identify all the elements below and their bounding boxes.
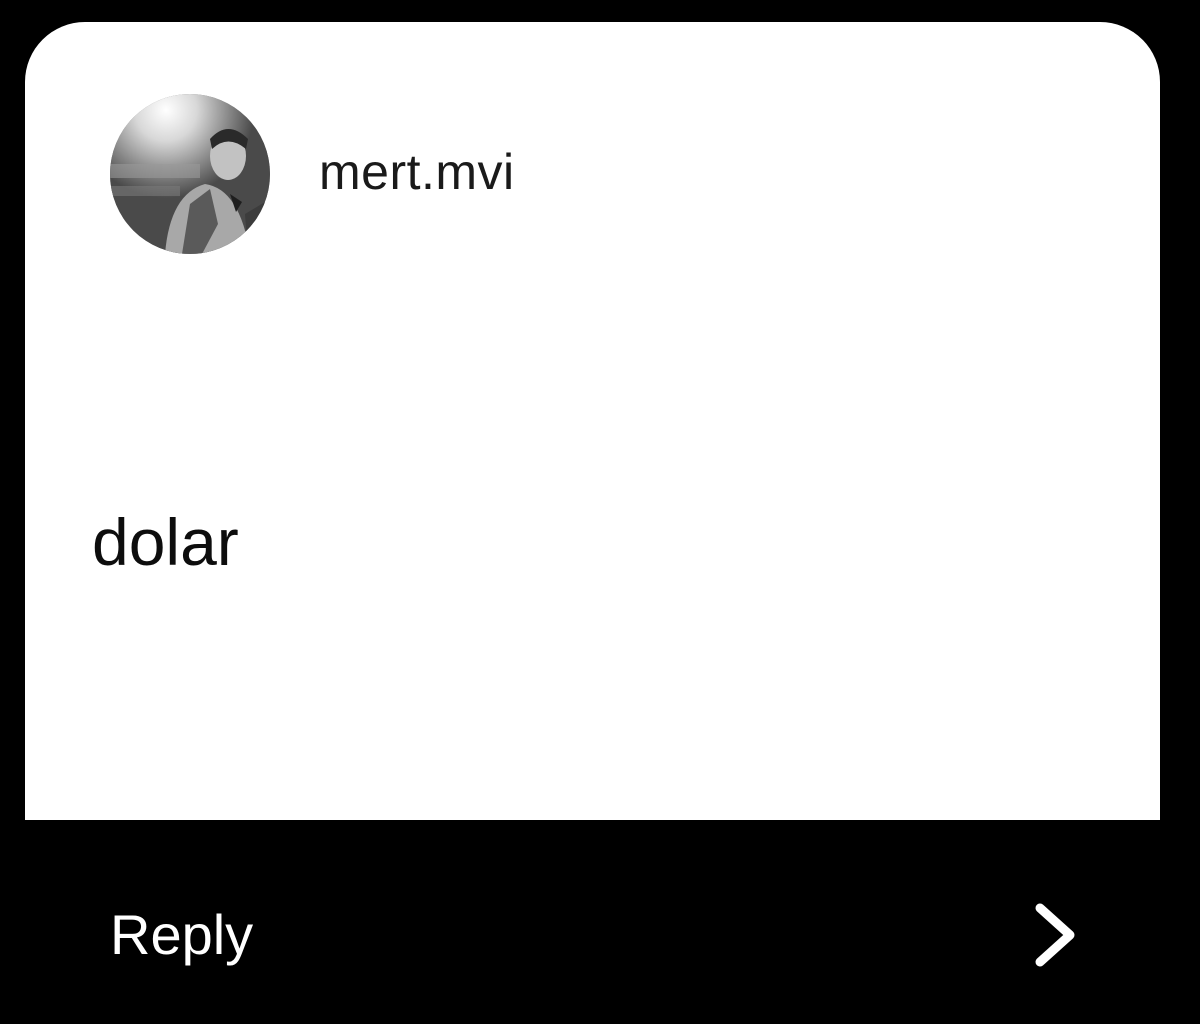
message-text: dolar [92,505,239,579]
message-card: mert.mvi dolar [25,22,1160,820]
username[interactable]: mert.mvi [319,142,515,202]
avatar-photo [110,94,270,254]
story-screen: mert.mvi dolar Reply [0,0,1200,1024]
chevron-right-icon[interactable] [1026,900,1086,970]
reply-bar[interactable]: Reply [0,820,1200,1024]
reply-button[interactable]: Reply [110,902,253,968]
avatar[interactable] [110,94,270,254]
